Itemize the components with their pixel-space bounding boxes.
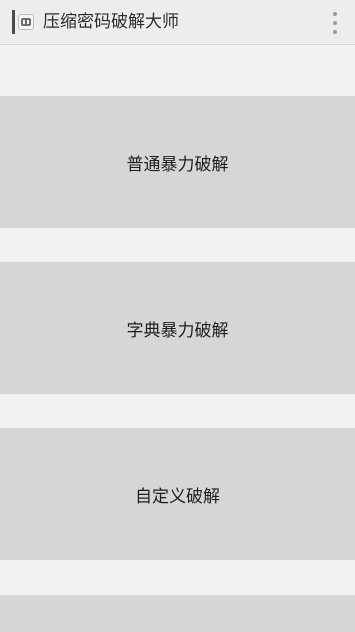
app-title: 压缩密码破解大师 (43, 12, 179, 32)
archive-app-icon[interactable] (12, 10, 36, 34)
dictionary-brute-force-button[interactable]: 字典暴力破解 (0, 262, 355, 394)
action-bar: 压缩密码破解大师 (0, 0, 355, 45)
fourth-option-button[interactable] (0, 595, 355, 632)
app-icon-badge (18, 14, 34, 30)
overflow-dot (333, 12, 337, 16)
overflow-menu-icon[interactable] (331, 12, 339, 34)
app-icon-bar (12, 10, 15, 34)
custom-crack-button[interactable]: 自定义破解 (0, 428, 355, 560)
archive-glyph-icon (21, 18, 31, 26)
overflow-dot (333, 30, 337, 34)
normal-brute-force-button[interactable]: 普通暴力破解 (0, 96, 355, 228)
overflow-dot (333, 21, 337, 25)
